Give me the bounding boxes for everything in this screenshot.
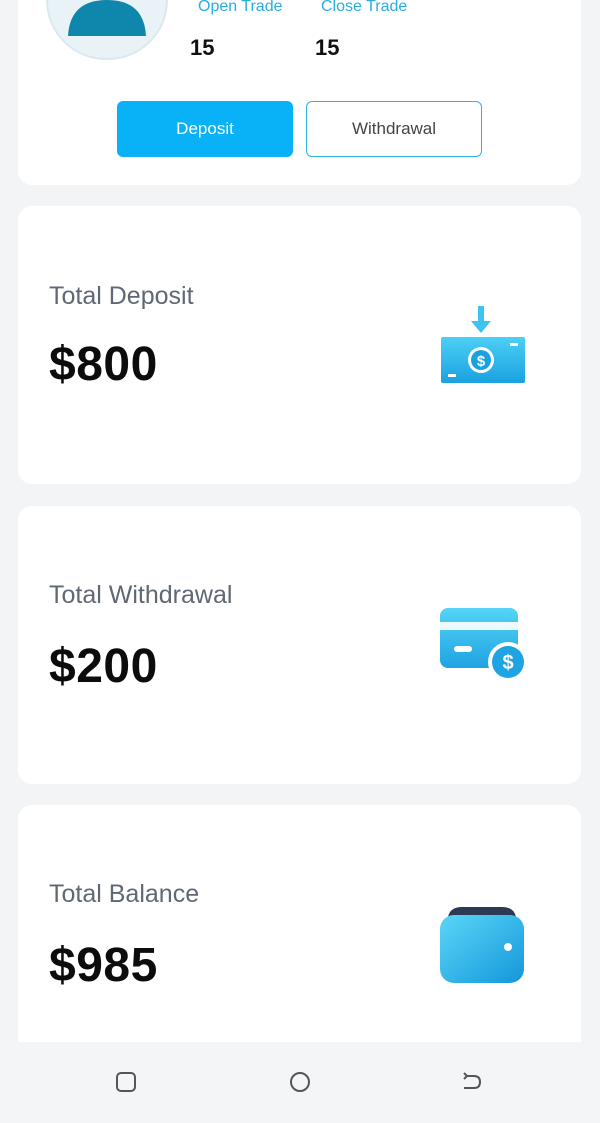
back-icon[interactable] (459, 1069, 485, 1095)
profile-card: Open Trade 15 Close Trade 15 Deposit Wit… (18, 0, 581, 185)
deposit-money-icon: $ (441, 306, 525, 383)
total-deposit-amount: $800 (49, 338, 158, 391)
close-trade-label: Close Trade (321, 0, 408, 15)
avatar[interactable] (46, 0, 168, 60)
home-icon[interactable] (287, 1069, 313, 1095)
total-withdrawal-card[interactable]: Total Withdrawal $200 $ (18, 506, 581, 784)
total-balance-card[interactable]: Total Balance $985 (18, 805, 581, 1065)
navigation-bar (0, 1042, 600, 1123)
open-trade-label: Open Trade (198, 0, 283, 15)
total-deposit-title: Total Deposit (49, 282, 194, 310)
total-withdrawal-amount: $200 (49, 640, 158, 693)
deposit-button[interactable]: Deposit (117, 101, 293, 157)
close-trade-value: 15 (315, 35, 340, 60)
withdrawal-button[interactable]: Withdrawal (306, 101, 482, 157)
total-deposit-card[interactable]: Total Deposit $800 $ (18, 206, 581, 484)
total-balance-title: Total Balance (49, 880, 200, 908)
open-trade-value: 15 (190, 35, 215, 60)
total-balance-amount: $985 (49, 939, 158, 992)
svg-text:$: $ (502, 652, 513, 674)
wallet-icon (440, 907, 524, 983)
recent-apps-icon[interactable] (113, 1069, 139, 1095)
user-avatar-icon (68, 0, 146, 36)
card-payment-icon: $ (440, 608, 528, 682)
svg-text:$: $ (477, 353, 486, 370)
total-withdrawal-title: Total Withdrawal (49, 581, 233, 609)
